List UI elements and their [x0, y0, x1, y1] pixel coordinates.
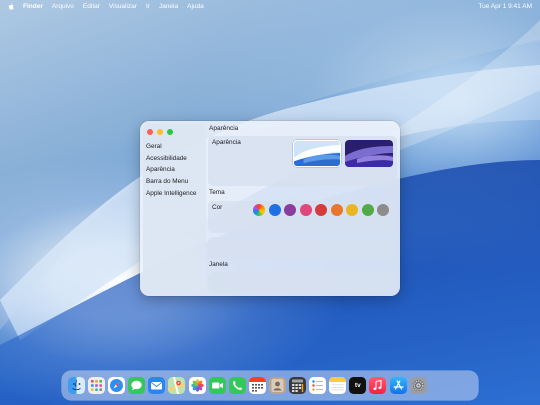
blank-setting-row: [208, 237, 397, 258]
color-swatch-multicolor[interactable]: [253, 204, 265, 216]
sidebar-list: Geral Acessibilidade Aparência Barra do …: [146, 141, 196, 199]
mail-icon[interactable]: [148, 377, 166, 394]
safari-icon[interactable]: [108, 377, 126, 394]
tv-label: tv: [354, 382, 361, 389]
tv-icon[interactable]: tv: [349, 377, 367, 394]
close-button[interactable]: [147, 129, 153, 135]
finder-icon[interactable]: [68, 377, 85, 394]
menu-arquivo[interactable]: Arquivo: [52, 3, 74, 10]
color-swatch-purple[interactable]: [284, 204, 296, 216]
photos-icon[interactable]: [188, 377, 206, 394]
app-store-icon[interactable]: [389, 377, 407, 394]
menu-ajuda[interactable]: Ajuda: [187, 3, 204, 10]
facetime-icon[interactable]: [208, 377, 226, 394]
sidebar-item-geral[interactable]: Geral: [146, 141, 196, 153]
sidebar-item-acessibilidade[interactable]: Acessibilidade: [146, 153, 196, 165]
minimize-button[interactable]: [157, 129, 163, 135]
color-swatch-orange[interactable]: [330, 204, 343, 216]
window-title: Aparência: [209, 125, 239, 132]
menu-janela[interactable]: Janela: [159, 3, 178, 10]
color-swatch-pink[interactable]: [299, 204, 312, 216]
apple-menu-icon[interactable]: [8, 2, 14, 10]
zoom-button[interactable]: [167, 129, 173, 135]
appearance-light-option[interactable]: [293, 140, 341, 167]
janela-heading: Janela: [209, 261, 228, 268]
color-swatch-yellow[interactable]: [346, 204, 358, 216]
tema-heading: Tema: [209, 189, 225, 196]
color-swatch-red[interactable]: [315, 204, 327, 216]
menu-editar[interactable]: Editar: [83, 3, 100, 10]
appearance-label: Aparência: [212, 139, 241, 146]
menu-visualizar[interactable]: Visualizar: [109, 3, 137, 10]
sidebar: Geral Acessibilidade Aparência Barra do …: [143, 124, 206, 293]
window-controls: [147, 129, 173, 135]
appearance-panel: Aparência: [208, 136, 397, 186]
color-panel: Cor: [208, 201, 397, 233]
janela-panel: [208, 272, 397, 293]
dock: tv: [62, 371, 478, 400]
color-swatch-blue[interactable]: [268, 204, 281, 216]
sidebar-item-barra-do-menu[interactable]: Barra do Menu: [146, 176, 196, 188]
color-swatch-green[interactable]: [361, 204, 374, 216]
launchpad-icon[interactable]: [88, 377, 106, 394]
menu-ir[interactable]: Ir: [146, 3, 150, 10]
maps-icon[interactable]: [168, 377, 186, 394]
notes-icon[interactable]: [329, 377, 347, 394]
appearance-dark-option[interactable]: [345, 140, 393, 167]
cor-label: Cor: [212, 204, 223, 211]
contacts-icon[interactable]: [268, 377, 286, 394]
menu-bar: Finder Arquivo Editar Visualizar Ir Jane…: [0, 0, 540, 12]
calendar-icon[interactable]: [248, 377, 266, 394]
reminders-icon[interactable]: [309, 377, 327, 394]
settings-icon[interactable]: [409, 377, 427, 394]
settings-window: Geral Acessibilidade Aparência Barra do …: [140, 121, 400, 296]
sidebar-item-aparencia[interactable]: Aparência: [146, 164, 196, 176]
phone-icon[interactable]: [228, 377, 246, 394]
messages-icon[interactable]: [128, 377, 146, 394]
color-swatch-graphite[interactable]: [377, 204, 389, 216]
calculator-icon[interactable]: [289, 377, 307, 394]
music-icon[interactable]: [369, 377, 387, 394]
menu-app-name[interactable]: Finder: [23, 3, 43, 10]
menu-clock[interactable]: Tue Apr 1 9:41 AM: [478, 3, 532, 10]
sidebar-item-apple-intelligence[interactable]: Apple Intelligence: [146, 188, 196, 200]
color-swatches: [253, 204, 389, 216]
